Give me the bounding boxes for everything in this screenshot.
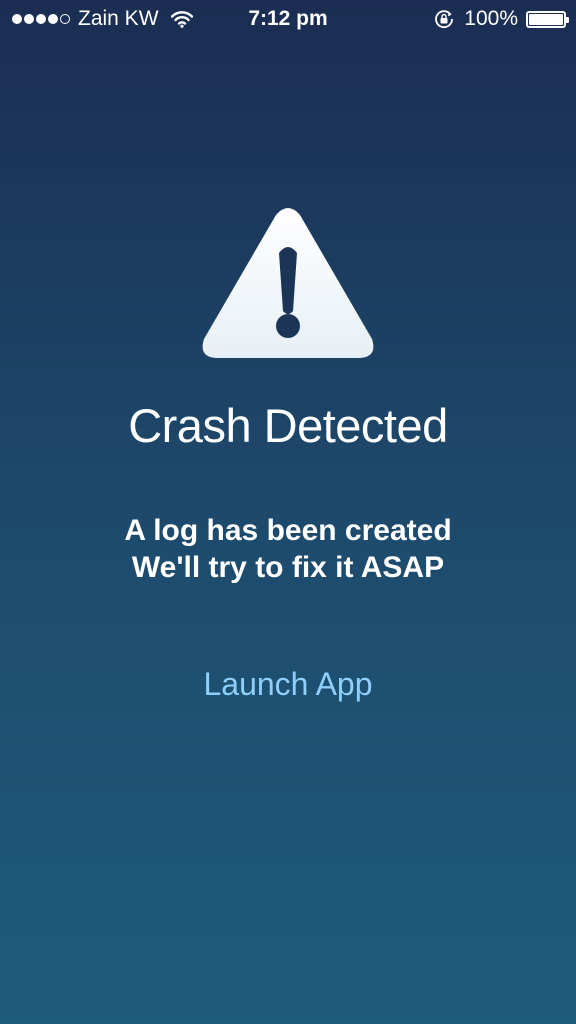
rotation-lock-icon bbox=[435, 10, 454, 29]
battery-fill bbox=[529, 13, 563, 25]
status-bar: Zain KW 7:12 pm 100% bbox=[0, 0, 576, 40]
crash-title: Crash Detected bbox=[128, 399, 448, 452]
launch-app-button[interactable]: Launch App bbox=[188, 660, 388, 708]
status-bar-right: 100% bbox=[434, 7, 569, 31]
battery-percent: 100% bbox=[464, 7, 518, 30]
crash-message-line-2: We'll try to fix it ASAP bbox=[131, 551, 445, 584]
battery-icon bbox=[526, 10, 569, 28]
crash-message-line-1: A log has been created bbox=[124, 514, 452, 547]
warning-icon bbox=[202, 208, 374, 358]
crash-message: A log has been created We'll try to fix … bbox=[0, 512, 576, 586]
